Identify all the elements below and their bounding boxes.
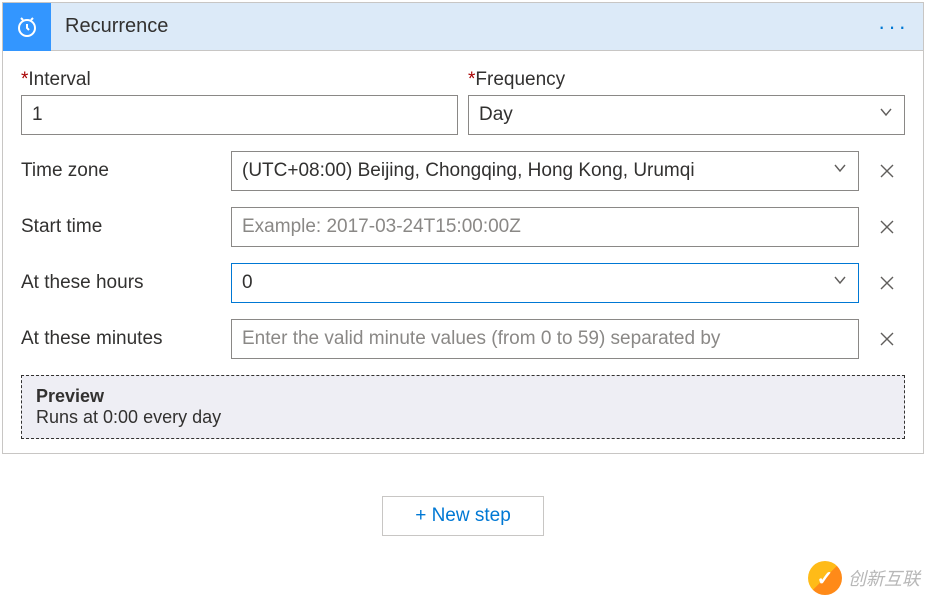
watermark-text: 创新互联: [848, 565, 920, 591]
new-step-button[interactable]: + New step: [382, 496, 544, 536]
preview-box: Preview Runs at 0:00 every day: [21, 375, 905, 439]
frequency-column: *Frequency Day: [468, 69, 905, 135]
interval-input-wrapper: [21, 95, 458, 135]
timezone-row: Time zone (UTC+08:00) Beijing, Chongqing…: [21, 151, 905, 191]
footer-area: + New step: [0, 456, 926, 536]
more-menu-button[interactable]: ···: [864, 14, 923, 40]
hours-select[interactable]: 0: [231, 263, 859, 303]
remove-hours-button[interactable]: [869, 265, 905, 301]
hours-row: At these hours 0: [21, 263, 905, 303]
frequency-label: *Frequency: [468, 69, 905, 91]
chevron-down-icon: [832, 272, 848, 294]
card-title: Recurrence: [51, 15, 864, 38]
interval-column: *Interval: [21, 69, 458, 135]
timezone-label: Time zone: [21, 160, 221, 182]
remove-minutes-button[interactable]: [869, 321, 905, 357]
minutes-row: At these minutes: [21, 319, 905, 359]
interval-label: *Interval: [21, 69, 458, 91]
remove-timezone-button[interactable]: [869, 153, 905, 189]
recurrence-card: Recurrence ··· *Interval *Frequency Day: [2, 2, 924, 454]
starttime-input[interactable]: [242, 216, 848, 238]
chevron-down-icon: [832, 160, 848, 182]
timezone-select[interactable]: (UTC+08:00) Beijing, Chongqing, Hong Kon…: [231, 151, 859, 191]
card-header: Recurrence ···: [3, 3, 923, 51]
minutes-input[interactable]: [242, 328, 848, 350]
chevron-down-icon: [878, 104, 894, 126]
starttime-label: Start time: [21, 216, 221, 238]
recurrence-icon: [3, 3, 51, 51]
watermark: ✓ 创新互联: [808, 561, 920, 595]
remove-starttime-button[interactable]: [869, 209, 905, 245]
minutes-input-wrapper: [231, 319, 859, 359]
starttime-row: Start time: [21, 207, 905, 247]
interval-input[interactable]: [32, 104, 447, 126]
preview-title: Preview: [36, 386, 890, 407]
interval-frequency-row: *Interval *Frequency Day: [21, 69, 905, 135]
preview-text: Runs at 0:00 every day: [36, 407, 890, 428]
plus-icon: +: [415, 505, 431, 526]
frequency-select[interactable]: Day: [468, 95, 905, 135]
card-body: *Interval *Frequency Day Time zone (: [3, 51, 923, 453]
starttime-input-wrapper: [231, 207, 859, 247]
new-step-label: New step: [432, 505, 511, 526]
frequency-value: Day: [479, 104, 513, 126]
timezone-value: (UTC+08:00) Beijing, Chongqing, Hong Kon…: [242, 160, 695, 182]
hours-value: 0: [242, 272, 253, 294]
hours-label: At these hours: [21, 272, 221, 294]
minutes-label: At these minutes: [21, 328, 221, 350]
watermark-icon: ✓: [808, 561, 842, 595]
